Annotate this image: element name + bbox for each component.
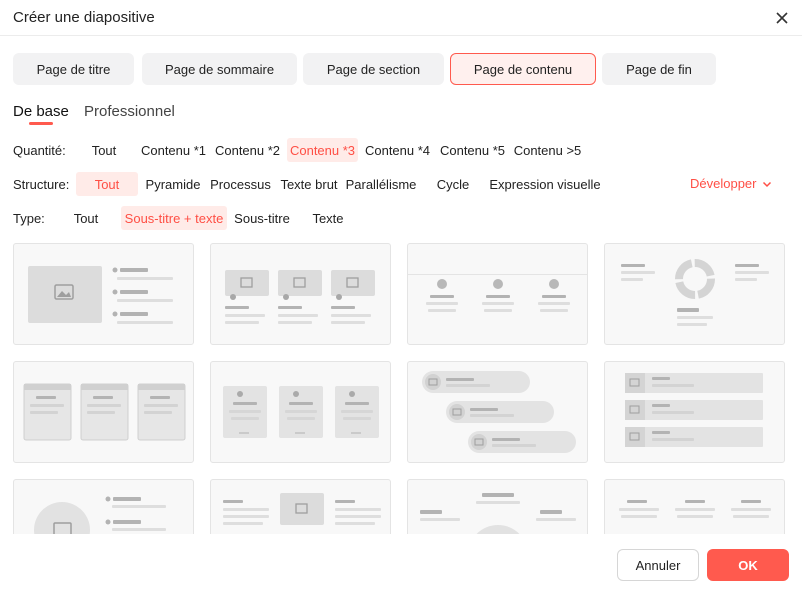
template-card[interactable] <box>604 479 785 534</box>
structure-option-cycle[interactable]: Cycle <box>432 172 474 196</box>
structure-option-expression-visuelle[interactable]: Expression visuelle <box>488 172 602 196</box>
structure-label: Structure: <box>13 177 70 192</box>
template-card[interactable] <box>210 243 391 345</box>
subtab-de-base[interactable]: De base <box>13 103 69 120</box>
quantity-option-1[interactable]: Contenu *1 <box>138 138 209 162</box>
type-option-sous-titre-texte[interactable]: Sous-titre + texte <box>121 206 227 230</box>
tab-page-de-section[interactable]: Page de section <box>303 53 444 85</box>
tab-label: Page de sommaire <box>164 61 275 77</box>
quantity-option-more-5[interactable]: Contenu >5 <box>511 138 584 162</box>
tab-page-de-sommaire[interactable]: Page de sommaire <box>142 53 297 85</box>
structure-option-parallelisme[interactable]: Parallélisme <box>344 172 418 196</box>
active-subtab-indicator <box>29 122 53 125</box>
template-card[interactable] <box>13 479 194 534</box>
template-card[interactable] <box>407 361 588 463</box>
template-card[interactable] <box>604 361 785 463</box>
type-option-sous-titre[interactable]: Sous-titre <box>230 206 294 230</box>
template-card[interactable] <box>13 243 194 345</box>
tab-label: Page de contenu <box>473 61 573 77</box>
type-option-tout[interactable]: Tout <box>68 206 104 230</box>
tab-label: Page de section <box>326 61 421 77</box>
type-option-texte[interactable]: Texte <box>306 206 350 230</box>
tab-page-de-contenu[interactable]: Page de contenu <box>450 53 596 85</box>
create-slide-dialog: Créer une diapositive Page de titre Page… <box>0 0 802 595</box>
dialog-title: Créer une diapositive <box>13 9 155 26</box>
quantity-option-tout[interactable]: Tout <box>83 138 125 162</box>
structure-option-texte-brut[interactable]: Texte brut <box>277 172 341 196</box>
template-card[interactable] <box>210 361 391 463</box>
template-card[interactable] <box>13 361 194 463</box>
quantity-option-3[interactable]: Contenu *3 <box>287 138 358 162</box>
expand-filters-button[interactable]: Développer <box>690 176 772 191</box>
template-card[interactable] <box>407 243 588 345</box>
dialog-header: Créer une diapositive <box>0 0 802 36</box>
template-card[interactable] <box>604 243 785 345</box>
template-card[interactable] <box>407 479 588 534</box>
structure-option-pyramide[interactable]: Pyramide <box>143 172 203 196</box>
expand-label: Développer <box>690 176 757 191</box>
type-label: Type: <box>13 211 45 226</box>
cancel-button[interactable]: Annuler <box>617 549 699 581</box>
subtab-professionnel[interactable]: Professionnel <box>84 103 175 120</box>
tab-label: Page de titre <box>36 61 111 77</box>
template-card[interactable] <box>210 479 391 534</box>
structure-option-tout[interactable]: Tout <box>76 172 138 196</box>
dialog-footer: Annuler OK <box>0 534 802 595</box>
ok-button[interactable]: OK <box>707 549 789 581</box>
structure-option-processus[interactable]: Processus <box>207 172 274 196</box>
tab-page-de-titre[interactable]: Page de titre <box>13 53 134 85</box>
tab-label: Page de fin <box>626 61 692 77</box>
quantity-option-4[interactable]: Contenu *4 <box>362 138 433 162</box>
chevron-down-icon <box>762 181 771 187</box>
tab-page-de-fin[interactable]: Page de fin <box>602 53 716 85</box>
quantity-label: Quantité: <box>13 143 66 158</box>
quantity-option-2[interactable]: Contenu *2 <box>212 138 283 162</box>
quantity-option-5[interactable]: Contenu *5 <box>437 138 508 162</box>
close-icon[interactable] <box>772 8 792 28</box>
template-grid <box>0 238 802 534</box>
